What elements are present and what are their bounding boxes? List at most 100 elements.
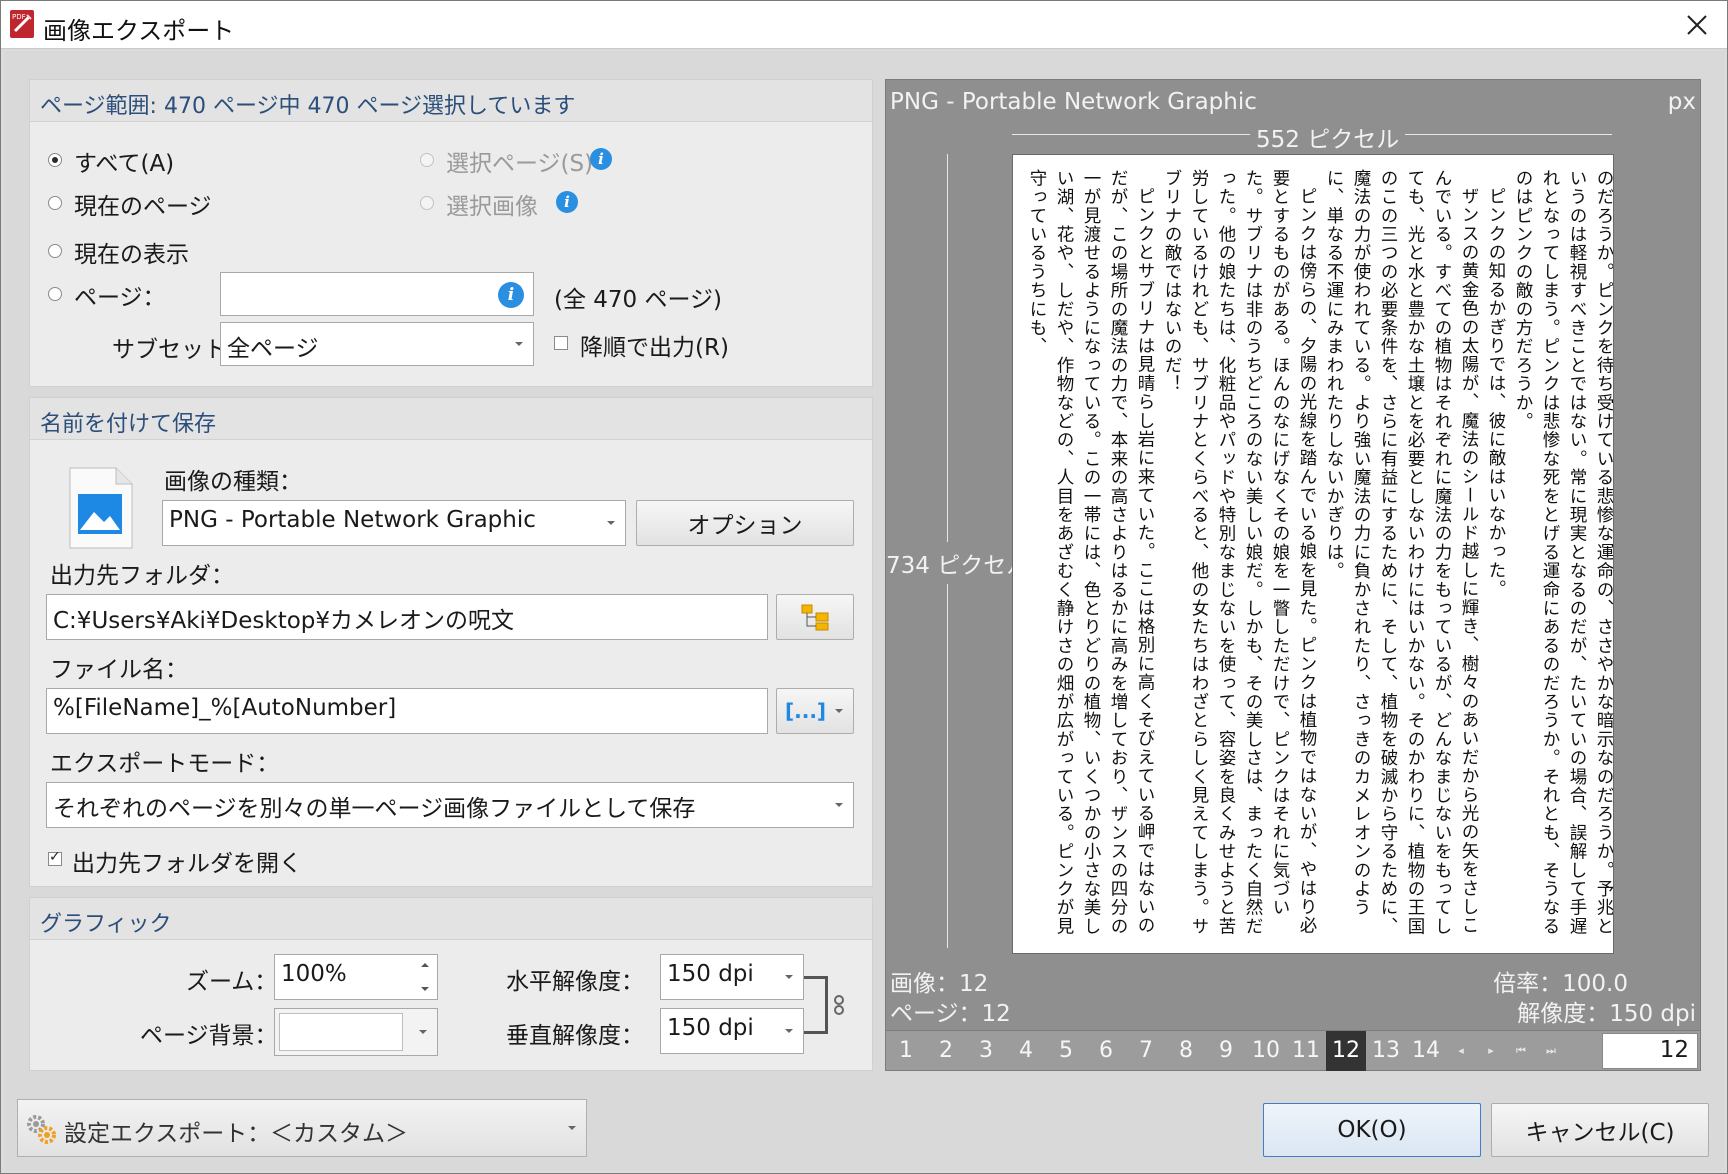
chevron-down-icon [785, 975, 793, 979]
chevron-down-icon [785, 1029, 793, 1033]
export-image-dialog: PDF 画像エクスポート ページ範囲: 470 ページ中 470 ページ選択して… [0, 0, 1728, 1174]
page-range-panel: ページ範囲: 470 ページ中 470 ページ選択しています すべて(A) 現在… [29, 79, 873, 387]
options-button[interactable]: オプション [636, 500, 854, 546]
page-button[interactable]: 10 [1246, 1031, 1286, 1071]
graphics-header: グラフィック [30, 898, 872, 940]
export-mode-label: エクスポートモード： [50, 751, 280, 777]
next-page-icon[interactable]: ▸ [1476, 1031, 1506, 1071]
page-button[interactable]: 2 [926, 1031, 966, 1071]
page-background-picker[interactable] [274, 1008, 438, 1056]
open-folder-checkbox[interactable] [48, 849, 62, 866]
page-count: ページ：12 [890, 1001, 1011, 1027]
info-icon[interactable]: i [556, 191, 578, 213]
page-range-header: ページ範囲: 470 ページ中 470 ページ選択しています [30, 80, 872, 122]
chain-link-icon[interactable] [832, 994, 846, 1016]
radio-selected-pages-label: 選択ページ(S) [446, 151, 594, 177]
page-button[interactable]: 13 [1366, 1031, 1406, 1071]
output-folder-label: 出力先フォルダ： [50, 563, 234, 589]
zoom-ratio: 倍率：100.0 [1493, 971, 1628, 997]
ok-button[interactable]: OK(O) [1263, 1103, 1481, 1157]
page-button[interactable]: 7 [1126, 1031, 1166, 1071]
radio-pages[interactable] [48, 287, 62, 301]
export-mode-select[interactable]: それぞれのページを別々の単一ページ画像ファイルとして保存 [46, 782, 854, 828]
pages-input[interactable] [220, 272, 534, 316]
cancel-button[interactable]: キャンセル(C) [1491, 1103, 1709, 1157]
info-icon[interactable]: i [498, 282, 524, 308]
subset-select[interactable]: 全ページ [220, 322, 534, 366]
reverse-order-label[interactable]: 降順で出力(R) [580, 328, 729, 362]
page-background-label: ページ背景： [140, 1023, 278, 1049]
folder-tree-icon [801, 604, 829, 631]
color-swatch [279, 1013, 403, 1051]
output-folder-input[interactable]: C:¥Users¥Aki¥Desktop¥カメレオンの呪文 [46, 594, 768, 640]
vertical-resolution-label: 垂直解像度： [506, 1023, 644, 1049]
preview-unit-label: px [1667, 89, 1696, 115]
last-page-icon[interactable]: ⏭ [1536, 1031, 1566, 1071]
gear-icon [27, 1115, 56, 1144]
vertical-resolution-select[interactable]: 150 dpi [660, 1008, 804, 1054]
radio-all[interactable] [48, 153, 62, 167]
page-number-input[interactable]: 12 [1602, 1033, 1698, 1069]
reverse-order-checkbox[interactable] [554, 336, 568, 350]
image-file-icon [68, 466, 134, 550]
page-button[interactable]: 9 [1206, 1031, 1246, 1071]
chevron-down-icon [835, 709, 843, 713]
image-type-label: 画像の種類： [164, 469, 302, 495]
page-button[interactable]: 1 [886, 1031, 926, 1071]
settings-export-value: ＜カスタム＞ [270, 1121, 408, 1147]
page-button[interactable]: 6 [1086, 1031, 1126, 1071]
page-paragraph: のだろうか。ピンクを待ち受けている悲惨な運命の、ささやかな暗示なのだろうか。予兆… [1513, 169, 1614, 936]
subset-label: サブセット: [112, 337, 235, 363]
page-paragraph: ピンクとサブリナは見晴らし岩に来ていた。ここは格別に高くそびえている岬ではないの… [1027, 169, 1155, 936]
preview-pane: PNG - Portable Network Graphic px 552 ピク… [885, 79, 1701, 1071]
prev-page-icon[interactable]: ◂ [1446, 1031, 1476, 1071]
zoom-label: ズーム： [186, 969, 278, 995]
close-icon[interactable] [1677, 7, 1717, 43]
filename-macro-button[interactable]: [...] [776, 688, 854, 734]
image-type-select[interactable]: PNG - Portable Network Graphic [162, 500, 626, 546]
horizontal-resolution-select[interactable]: 150 dpi [660, 954, 804, 1000]
chevron-down-icon [515, 342, 523, 346]
page-button[interactable]: 11 [1286, 1031, 1326, 1071]
height-dimension-label: 734 ピクセル [886, 542, 1030, 584]
filename-label: ファイル名： [50, 657, 188, 683]
radio-all-label[interactable]: すべて(A) [74, 144, 174, 178]
radio-current-view[interactable] [48, 244, 62, 258]
settings-export-label: 設定エクスポート： [64, 1121, 271, 1147]
radio-pages-label[interactable]: ページ： [74, 278, 166, 312]
browse-folder-button[interactable] [776, 594, 854, 640]
zoom-spinner[interactable]: 100% [274, 954, 438, 1000]
page-button[interactable]: 8 [1166, 1031, 1206, 1071]
page-button[interactable]: 4 [1006, 1031, 1046, 1071]
total-pages-label: (全 470 ページ) [554, 287, 723, 313]
open-folder-label[interactable]: 出力先フォルダを開く [72, 844, 302, 878]
radio-current-page-label[interactable]: 現在のページ [74, 187, 212, 221]
save-as-header: 名前を付けて保存 [30, 398, 872, 440]
spin-down-icon[interactable] [421, 987, 429, 991]
chevron-down-icon [607, 521, 615, 525]
radio-selected-pages [420, 153, 434, 167]
page-paragraph: ザンスの黄金色の太陽が、魔法のシールド越しに輝き、樹々のあいだから光の矢をさしこ… [1324, 169, 1479, 936]
page-button[interactable]: 14 [1406, 1031, 1446, 1071]
page-button[interactable]: 5 [1046, 1031, 1086, 1071]
first-page-icon[interactable]: ⏮ [1506, 1031, 1536, 1071]
macro-icon: [...] [785, 699, 827, 723]
settings-export-select[interactable]: 設定エクスポート： ＜カスタム＞ [17, 1099, 587, 1157]
filename-input[interactable]: %[FileName]_%[AutoNumber] [46, 688, 768, 734]
radio-current-view-label[interactable]: 現在の表示 [74, 235, 189, 269]
page-text: のだろうか。ピンクを待ち受けている悲惨な運命の、ささやかな暗示なのだろうか。予兆… [1013, 155, 1614, 953]
width-dimension-label: 552 ピクセル [1250, 120, 1406, 154]
radio-current-page[interactable] [48, 196, 62, 210]
page-button-current[interactable]: 12 [1326, 1031, 1366, 1071]
page-paragraph: ピンクは傍らの、夕陽の光線を踏んでいる娘を見た。ピンクは植物ではないが、やはり必… [1162, 169, 1317, 936]
page-preview: のだろうか。ピンクを待ち受けている悲惨な運命の、ささやかな暗示なのだろうか。予兆… [1012, 154, 1614, 954]
page-button[interactable]: 3 [966, 1031, 1006, 1071]
spin-up-icon[interactable] [421, 963, 429, 967]
image-count: 画像：12 [890, 971, 989, 997]
radio-selected-image [420, 196, 434, 210]
title-bar: PDF 画像エクスポート [1, 1, 1727, 49]
preview-pager: 1 2 3 4 5 6 7 8 9 10 11 12 13 14 ◂ ▸ ⏮ ⏭… [886, 1030, 1700, 1071]
horizontal-resolution-label: 水平解像度： [506, 969, 644, 995]
window-title: 画像エクスポート [43, 17, 235, 45]
info-icon[interactable]: i [590, 148, 612, 170]
